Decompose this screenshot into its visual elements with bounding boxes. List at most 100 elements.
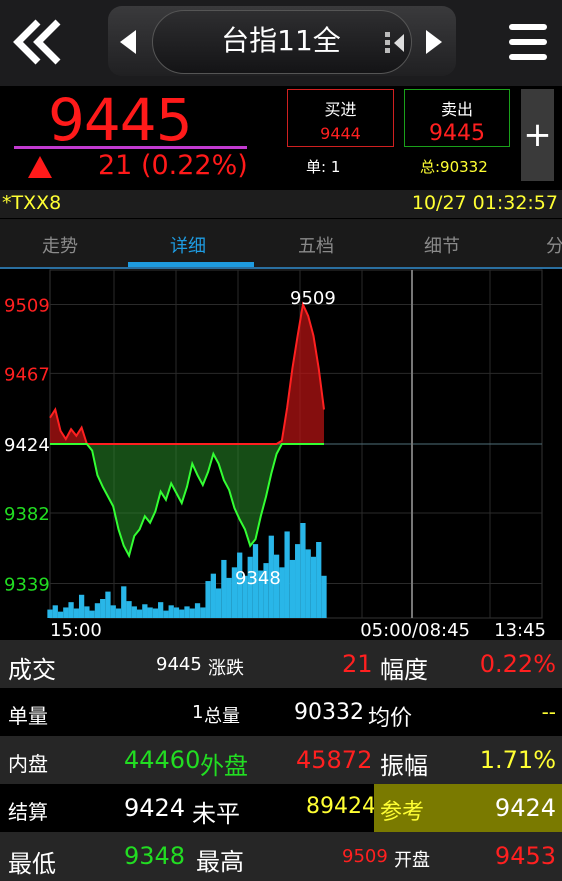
double-chevron-left-icon bbox=[13, 19, 61, 65]
stats-table: 成交 9445 涨跌 21 幅度 0.22% 单量 1 总量 90332 均价 … bbox=[0, 640, 562, 881]
y-tick-label: 9339 bbox=[4, 575, 50, 596]
value-outer: 45872 bbox=[296, 746, 373, 774]
low-label: 9348 bbox=[235, 568, 281, 589]
label-reference: 参考 bbox=[380, 800, 425, 825]
intraday-chart[interactable]: 9509 9467 9424 9382 9339 15:00 05:00/08:45 13:… bbox=[0, 268, 562, 640]
volume-bar bbox=[205, 581, 211, 618]
single-volume: 单: 1 bbox=[306, 158, 341, 176]
volume-bar bbox=[295, 544, 301, 618]
symbol-code: *TXX8 bbox=[2, 192, 62, 214]
volume-bar bbox=[142, 604, 148, 618]
x-tick-label: 05:00/08:45 bbox=[360, 620, 470, 640]
volume-bar bbox=[284, 531, 290, 618]
sell-label: 卖出 bbox=[440, 100, 473, 119]
volume-bar bbox=[84, 606, 90, 618]
value-single: 1 bbox=[192, 702, 204, 723]
label-open-interest: 未平 bbox=[192, 800, 240, 828]
y-tick-label: 9467 bbox=[4, 364, 50, 385]
buy-button[interactable]: 买进 9444 bbox=[287, 89, 394, 147]
volume-bar bbox=[147, 607, 153, 618]
tab-detail[interactable]: 详细 bbox=[170, 232, 206, 258]
sell-button[interactable]: 卖出 9445 bbox=[404, 89, 510, 147]
volume-bar bbox=[89, 610, 95, 618]
volume-bar bbox=[289, 559, 296, 618]
volume-bar bbox=[131, 606, 137, 618]
value-open: 9453 bbox=[494, 842, 556, 870]
volume-bar bbox=[47, 609, 53, 618]
volume-bar bbox=[110, 605, 116, 618]
volume-bar bbox=[184, 606, 190, 618]
menu-button[interactable] bbox=[508, 22, 548, 66]
value-open-interest: 89424 bbox=[306, 794, 376, 819]
volume-bar bbox=[163, 610, 169, 618]
volume-bar bbox=[305, 549, 311, 618]
pager-button[interactable] bbox=[384, 30, 406, 60]
change-value: 21 bbox=[98, 150, 133, 181]
value-reference: 9424 bbox=[494, 794, 556, 822]
last-price: 9445 bbox=[48, 86, 193, 154]
volume-bar bbox=[210, 573, 216, 618]
back-button[interactable] bbox=[8, 16, 68, 68]
prev-button[interactable] bbox=[118, 28, 140, 60]
label-outer: 外盘 bbox=[200, 752, 248, 780]
x-tick-label: 13:45 bbox=[494, 620, 546, 640]
quote-datetime: 10/27 01:32:57 bbox=[411, 192, 558, 214]
volume-bar bbox=[136, 609, 143, 618]
volume-bar bbox=[200, 607, 206, 618]
volume-bar bbox=[321, 575, 327, 618]
change-text: 21 (0.22%) bbox=[98, 150, 248, 181]
volume-bar bbox=[100, 599, 106, 618]
volume-bar bbox=[168, 605, 174, 618]
volume-bar bbox=[189, 608, 195, 618]
label-low: 最低 bbox=[8, 850, 56, 878]
volume-bar bbox=[63, 607, 69, 618]
volume-bar bbox=[158, 602, 164, 618]
value-low: 9348 bbox=[124, 842, 186, 870]
label-total: 总量 bbox=[204, 706, 240, 727]
table-row: 结算 9424 未平 89424 参考 9424 bbox=[0, 784, 562, 832]
value-swing: 1.71% bbox=[479, 746, 556, 774]
tab-depth[interactable]: 五档 bbox=[298, 232, 334, 258]
volume-bar bbox=[179, 609, 185, 618]
sell-price: 9445 bbox=[429, 121, 485, 146]
value-average: -- bbox=[541, 700, 556, 724]
label-average: 均价 bbox=[368, 706, 413, 731]
next-button[interactable] bbox=[422, 28, 444, 60]
top-toolbar: 台指11全 bbox=[0, 0, 562, 86]
volume-bar bbox=[173, 607, 180, 618]
buy-price: 9444 bbox=[320, 124, 361, 143]
value-change: 21 bbox=[342, 650, 373, 678]
y-tick-label: 9509 bbox=[4, 295, 50, 316]
volume-bar bbox=[152, 608, 159, 618]
label-open: 开盘 bbox=[394, 850, 430, 871]
value-high: 9509 bbox=[342, 846, 388, 867]
tab-ticks[interactable]: 细节 bbox=[424, 232, 460, 258]
tab-trend[interactable]: 走势 bbox=[42, 232, 78, 258]
triangle-left-icon bbox=[120, 30, 136, 54]
label-swing: 振幅 bbox=[380, 752, 428, 780]
y-tick-label: 9382 bbox=[4, 504, 50, 525]
value-inner: 44460 bbox=[124, 746, 201, 774]
volume-bar bbox=[194, 603, 201, 618]
label-trade: 成交 bbox=[8, 656, 56, 684]
volume-bar bbox=[126, 601, 132, 618]
volume-bar bbox=[310, 556, 317, 618]
tab-bar bbox=[0, 219, 562, 269]
add-button[interactable]: + bbox=[521, 89, 554, 181]
volume-bar bbox=[300, 523, 306, 618]
label-change: 涨跌 bbox=[208, 658, 244, 679]
tab-more[interactable]: 分 bbox=[546, 232, 562, 258]
table-row: 最低 9348 最高 9509 开盘 9453 bbox=[0, 832, 562, 881]
value-settle: 9424 bbox=[124, 794, 186, 822]
y-tick-label: 9424 bbox=[4, 435, 50, 456]
table-row: 内盘 44460 外盘 45872 振幅 1.71% bbox=[0, 736, 562, 784]
volume-bar bbox=[68, 602, 74, 618]
triangle-right-icon bbox=[426, 30, 442, 54]
pager-icon bbox=[385, 32, 404, 53]
volume-bar bbox=[94, 603, 101, 618]
table-row: 单量 1 总量 90332 均价 -- bbox=[0, 688, 562, 736]
price-underline bbox=[14, 146, 247, 149]
volume-bar bbox=[105, 591, 111, 618]
total-volume: 总:90332 bbox=[420, 158, 488, 176]
change-percent: (0.22%) bbox=[140, 150, 248, 181]
